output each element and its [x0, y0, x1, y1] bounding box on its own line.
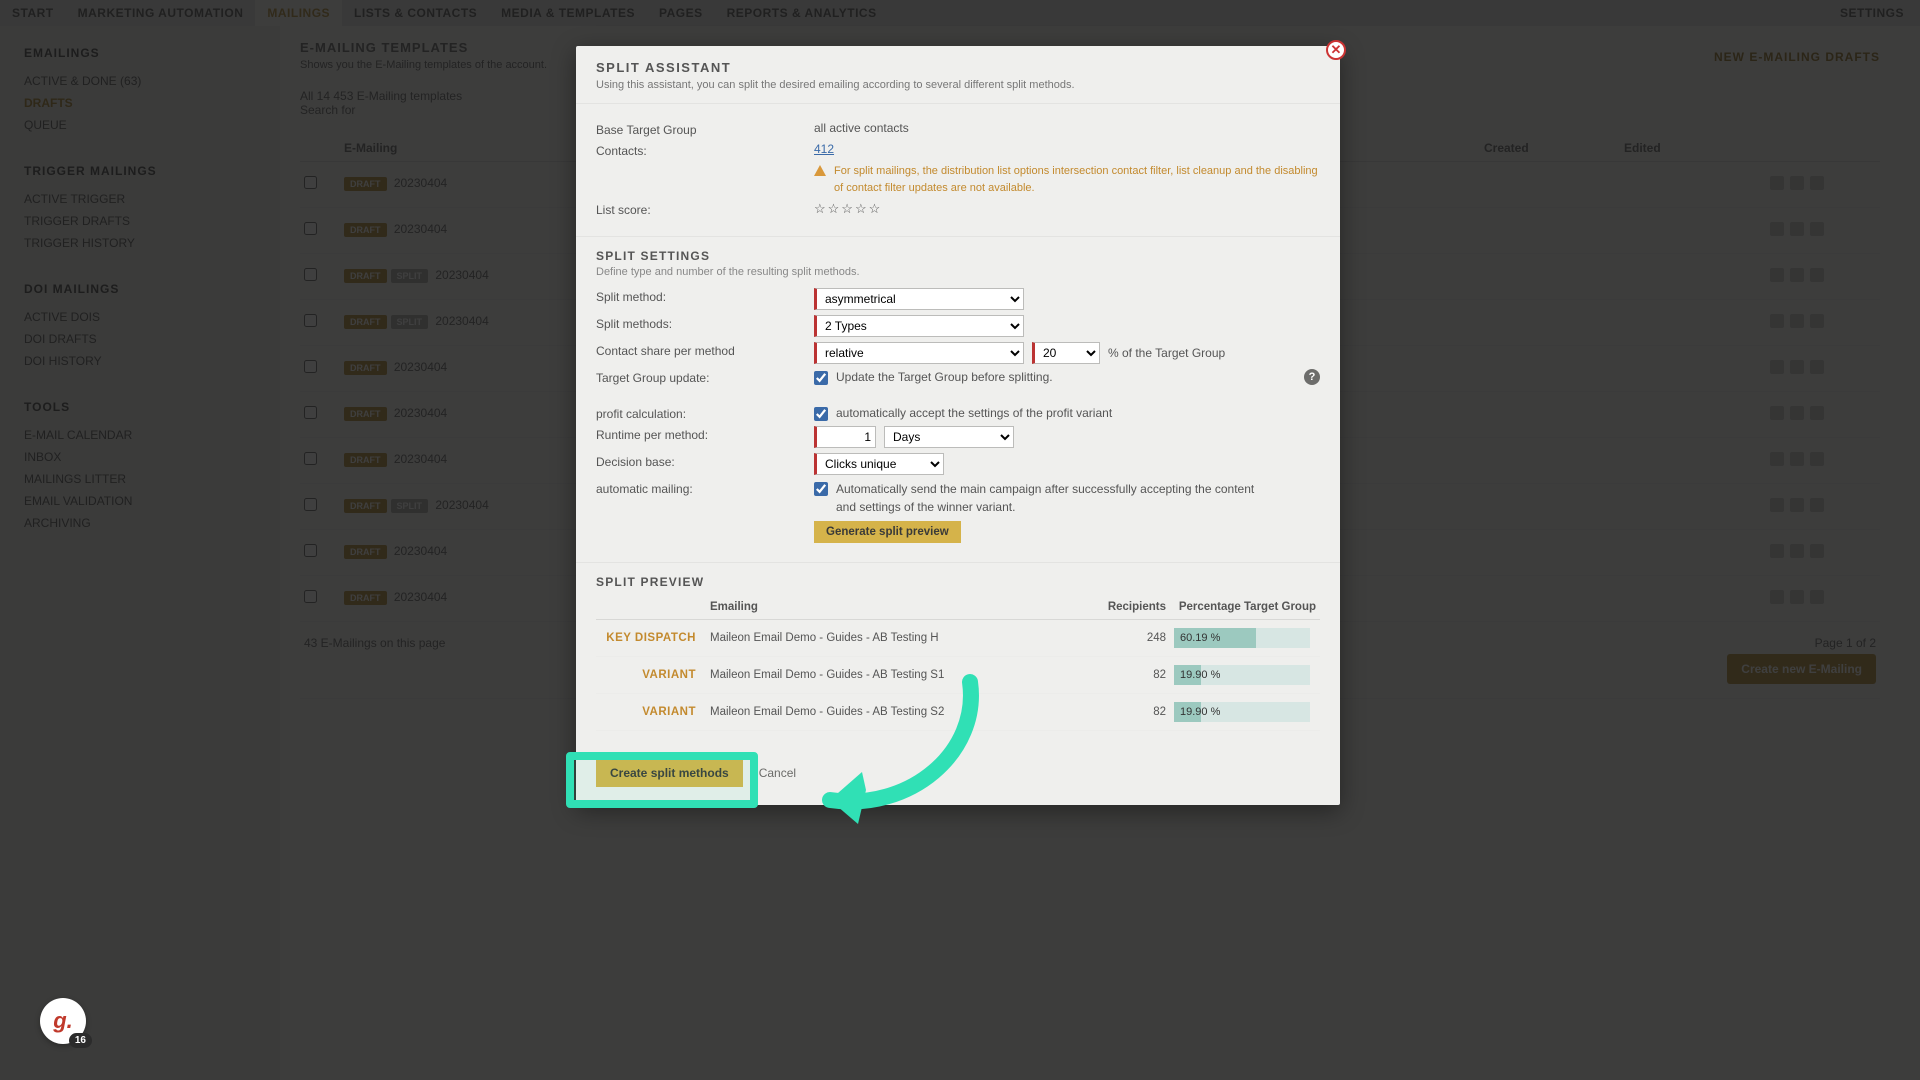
pv-col-emailing: Emailing: [706, 595, 1070, 620]
help-icon[interactable]: ?: [1304, 369, 1320, 385]
preview-row: VARIANTMaileon Email Demo - Guides - AB …: [596, 657, 1320, 694]
close-icon[interactable]: ✕: [1326, 40, 1346, 60]
split-method-label: Split method:: [596, 288, 814, 304]
automatic-mailing-checkbox[interactable]: [814, 482, 828, 496]
contact-share-label: Contact share per method: [596, 342, 814, 358]
create-split-methods-button[interactable]: Create split methods: [596, 759, 743, 787]
preview-row-tag: KEY DISPATCH: [596, 620, 706, 657]
runtime-label: Runtime per method:: [596, 426, 814, 442]
preview-row: KEY DISPATCHMaileon Email Demo - Guides …: [596, 620, 1320, 657]
contact-share-pct-select[interactable]: 20: [1032, 342, 1100, 364]
preview-row-name: Maileon Email Demo - Guides - AB Testing…: [706, 657, 1070, 694]
target-group-update-label: Target Group update:: [596, 369, 814, 385]
automatic-mailing-text: Automatically send the main campaign aft…: [836, 480, 1256, 516]
preview-row-tag: VARIANT: [596, 657, 706, 694]
warning-text: For split mailings, the distribution lis…: [834, 163, 1320, 196]
preview-row-percentage: 19.90 %: [1170, 657, 1320, 694]
pv-col-recipients: Recipients: [1070, 595, 1170, 620]
split-assistant-modal: ✕ SPLIT ASSISTANT Using this assistant, …: [576, 46, 1340, 805]
decision-base-label: Decision base:: [596, 453, 814, 469]
automatic-mailing-label: automatic mailing:: [596, 480, 814, 496]
contacts-label: Contacts:: [596, 142, 814, 158]
preview-row-name: Maileon Email Demo - Guides - AB Testing…: [706, 620, 1070, 657]
list-score-stars: ☆☆☆☆☆: [814, 201, 1320, 217]
cancel-link[interactable]: Cancel: [759, 766, 796, 780]
contact-share-select[interactable]: relative: [814, 342, 1024, 364]
preview-row-percentage: 60.19 %: [1170, 620, 1320, 657]
generate-split-preview-button[interactable]: Generate split preview: [814, 521, 961, 543]
floating-badge[interactable]: g. 16: [40, 998, 86, 1044]
base-target-group-value: all active contacts: [814, 121, 1320, 135]
preview-row-percentage: 19.90 %: [1170, 694, 1320, 731]
target-group-update-checkbox[interactable]: [814, 371, 828, 385]
preview-row-name: Maileon Email Demo - Guides - AB Testing…: [706, 694, 1070, 731]
split-settings-title: SPLIT SETTINGS: [596, 249, 1320, 263]
preview-row-tag: VARIANT: [596, 694, 706, 731]
runtime-unit-select[interactable]: Days: [884, 426, 1014, 448]
profit-calculation-text: automatically accept the settings of the…: [836, 406, 1112, 420]
target-group-update-text: Update the Target Group before splitting…: [836, 370, 1053, 384]
floating-badge-letter: g.: [53, 1008, 73, 1034]
floating-badge-count: 16: [69, 1033, 92, 1048]
decision-base-select[interactable]: Clicks unique: [814, 453, 944, 475]
runtime-input[interactable]: [814, 426, 876, 448]
preview-row-recipients: 82: [1070, 657, 1170, 694]
base-target-group-label: Base Target Group: [596, 121, 814, 137]
modal-title: SPLIT ASSISTANT: [596, 60, 1320, 75]
split-methods-select[interactable]: 2 Types: [814, 315, 1024, 337]
modal-subtitle: Using this assistant, you can split the …: [596, 79, 1320, 91]
split-method-select[interactable]: asymmetrical: [814, 288, 1024, 310]
split-preview-table: Emailing Recipients Percentage Target Gr…: [596, 595, 1320, 731]
profit-calculation-label: profit calculation:: [596, 405, 814, 421]
contacts-link[interactable]: 412: [814, 142, 834, 156]
preview-row-recipients: 82: [1070, 694, 1170, 731]
split-methods-label: Split methods:: [596, 315, 814, 331]
contact-share-suffix: % of the Target Group: [1108, 346, 1225, 360]
list-score-label: List score:: [596, 201, 814, 217]
pv-col-percentage: Percentage Target Group: [1170, 595, 1320, 620]
split-preview-title: SPLIT PREVIEW: [596, 575, 1320, 589]
warning-icon: [814, 165, 826, 176]
preview-row: VARIANTMaileon Email Demo - Guides - AB …: [596, 694, 1320, 731]
profit-calculation-checkbox[interactable]: [814, 407, 828, 421]
split-settings-subtitle: Define type and number of the resulting …: [596, 266, 1320, 278]
preview-row-recipients: 248: [1070, 620, 1170, 657]
